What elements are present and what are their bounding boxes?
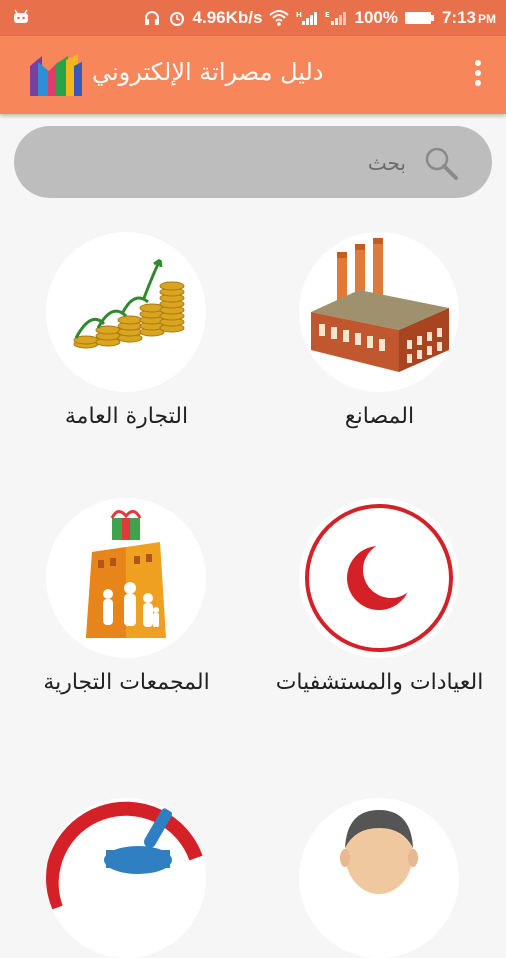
menu-dot [475, 80, 481, 86]
factory-icon [311, 238, 449, 372]
category-label: التجارة العامة [64, 404, 189, 429]
category-label: المصانع [344, 404, 415, 429]
category-person[interactable] [253, 798, 506, 958]
person-icon [340, 810, 418, 894]
overflow-menu-button[interactable] [472, 60, 484, 92]
menu-dot [475, 60, 481, 66]
alarm-icon [169, 12, 184, 26]
svg-text:H: H [296, 11, 302, 19]
search-icon[interactable] [422, 144, 460, 182]
search-input[interactable] [54, 126, 408, 200]
status-bar: 4.96Kb/s H E 100% 7:13 PM [0, 0, 506, 36]
app-logo-icon [30, 54, 82, 96]
wifi-icon [269, 10, 290, 26]
category-image [46, 232, 206, 392]
pharmacy-icon [46, 801, 203, 911]
network-speed: 4.96Kb/s [192, 8, 263, 27]
red-crescent-icon [305, 504, 453, 652]
svg-text:E: E [325, 11, 330, 19]
category-clinics-hospitals[interactable]: العيادات والمستشفيات [253, 498, 506, 748]
category-image [46, 798, 206, 958]
menu-dot [475, 70, 481, 76]
signal-icon: H [296, 11, 318, 25]
category-label: العيادات والمستشفيات [275, 670, 484, 695]
category-factories[interactable]: المصانع [253, 232, 506, 482]
category-general-trade[interactable]: التجارة العامة [0, 232, 253, 482]
category-image [299, 232, 459, 392]
shopping-mall-icon [86, 510, 166, 638]
category-image [299, 498, 459, 658]
clock-time: 7:13 [441, 8, 476, 27]
category-shopping-malls[interactable]: المجمعات التجارية [0, 498, 253, 748]
android-notification-icon [14, 9, 28, 23]
category-label: المجمعات التجارية [43, 670, 210, 695]
coins-growth-icon [73, 258, 185, 349]
app-title: دليل مصراتة الإلكتروني [92, 58, 324, 86]
battery-icon [404, 12, 434, 24]
clock-ampm: PM [478, 12, 496, 26]
category-pharmacy[interactable] [0, 798, 253, 958]
search-bar[interactable] [14, 126, 492, 200]
status-icons: 4.96Kb/s H E 100% 7:13 PM [143, 0, 496, 36]
battery-percent: 100% [354, 8, 398, 27]
category-image [299, 798, 459, 958]
category-image [46, 498, 206, 658]
app-bar: دليل مصراتة الإلكتروني [0, 36, 506, 114]
signal-icon-2: E [325, 11, 347, 25]
headset-icon [144, 11, 159, 25]
